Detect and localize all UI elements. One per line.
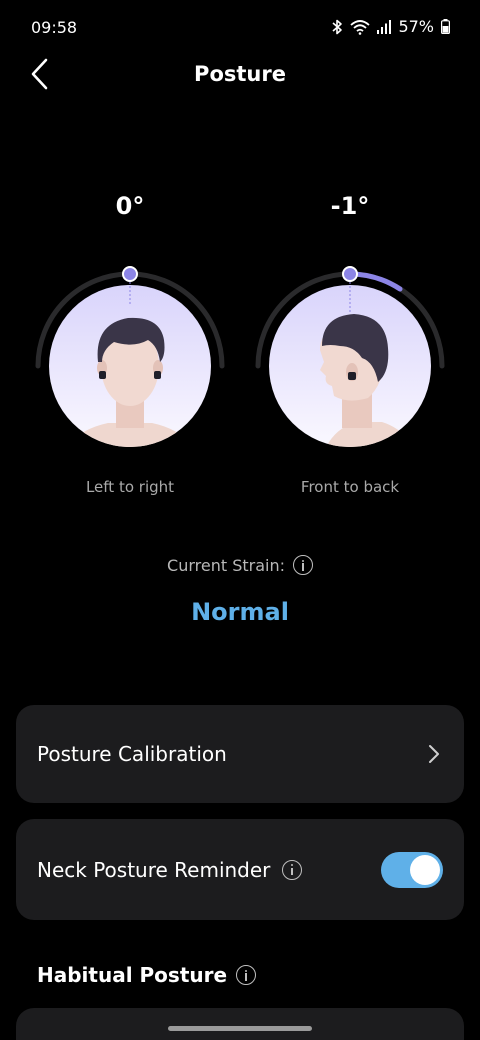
info-icon[interactable] (236, 965, 257, 985)
home-indicator[interactable] (168, 1026, 312, 1031)
battery-percent: 57% (398, 17, 434, 36)
page-title: Posture (194, 62, 286, 86)
neck-posture-reminder-toggle[interactable] (381, 851, 443, 888)
bluetooth-icon (331, 19, 343, 35)
chevron-right-icon (429, 745, 439, 763)
posture-calibration-label: Posture Calibration (37, 742, 227, 766)
neck-posture-reminder-label: Neck Posture Reminder (37, 857, 271, 882)
head-front-illustration (35, 266, 225, 447)
gauge-angle-value: -1° (330, 192, 370, 220)
habitual-posture-heading: Habitual Posture (37, 963, 257, 987)
status-bar: 09:58 57% (0, 0, 480, 56)
header: Posture (0, 56, 480, 96)
current-strain-row: Current Strain: (0, 555, 480, 575)
habitual-posture-card (16, 1008, 464, 1040)
signal-icon (377, 19, 392, 34)
wifi-icon (350, 19, 371, 35)
battery-icon (441, 19, 450, 34)
status-time: 09:58 (31, 18, 78, 37)
info-icon[interactable] (292, 555, 313, 575)
info-icon[interactable] (282, 859, 303, 880)
habitual-posture-title: Habitual Posture (37, 963, 228, 987)
gauge-label: Left to right (85, 478, 175, 496)
current-strain-label: Current Strain: (167, 555, 285, 575)
toggle-knob (410, 854, 440, 885)
posture-calibration-button[interactable]: Posture Calibration (16, 705, 464, 803)
neck-posture-reminder-row: Neck Posture Reminder (16, 819, 464, 920)
status-icons: 57% (331, 17, 450, 36)
head-side-illustration (255, 266, 445, 447)
gauge-angle-value: 0° (115, 192, 145, 220)
current-strain-value: Normal (191, 598, 289, 626)
gauge-label: Front to back (300, 478, 400, 496)
